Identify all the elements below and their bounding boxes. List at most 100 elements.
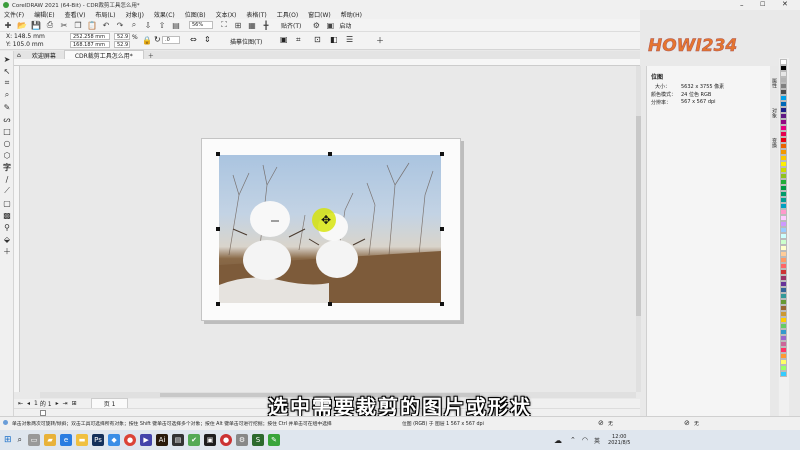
app-icon-7[interactable]: ⚙ bbox=[236, 434, 249, 446]
app-icon-4[interactable]: ▤ bbox=[172, 434, 185, 446]
launch-icon[interactable]: ▣ bbox=[325, 20, 335, 30]
first-page-icon[interactable]: ⇤ bbox=[18, 400, 23, 407]
snap-to-dropdown[interactable]: 贴齐(T) bbox=[281, 21, 301, 30]
scale-y-field[interactable]: 52.9 bbox=[114, 41, 130, 48]
taskbar-search-icon[interactable]: ⌕ bbox=[18, 435, 22, 445]
save-icon[interactable]: 💾 bbox=[31, 20, 41, 30]
menu-item-text[interactable]: 文本(X) bbox=[216, 10, 237, 19]
close-button[interactable]: ✕ bbox=[782, 0, 788, 8]
menu-item-edit[interactable]: 编辑(E) bbox=[34, 10, 54, 19]
polygon-tool-icon[interactable]: ⬡ bbox=[0, 149, 14, 161]
crop-tool-icon[interactable]: ⌗ bbox=[0, 77, 14, 89]
rotation-angle-field[interactable]: .0 bbox=[162, 36, 180, 44]
redo-icon[interactable]: ↷ bbox=[115, 20, 125, 30]
search-icon[interactable]: ⌕ bbox=[129, 20, 139, 30]
export-icon[interactable]: ⇧ bbox=[157, 20, 167, 30]
connector-tool-icon[interactable]: ⟋ bbox=[0, 185, 14, 197]
snowman-photo[interactable]: ✥ bbox=[219, 155, 441, 303]
rulers-icon[interactable]: ⊞ bbox=[233, 20, 243, 30]
menu-item-table[interactable]: 表格(T) bbox=[246, 10, 266, 19]
app-icon-5[interactable]: ✔ bbox=[188, 434, 201, 446]
guidelines-icon[interactable]: ╋ bbox=[261, 20, 271, 30]
menu-item-file[interactable]: 文件(F) bbox=[4, 10, 24, 19]
task-view-icon[interactable]: ▭ bbox=[28, 434, 41, 446]
menu-item-effects[interactable]: 效果(C) bbox=[154, 10, 175, 19]
width-field[interactable]: 252.258 mm bbox=[70, 33, 110, 40]
folder-icon[interactable]: ▬ bbox=[76, 434, 89, 446]
line-tool-icon[interactable]: ∕ bbox=[0, 173, 14, 185]
app-icon-3[interactable]: ▶ bbox=[140, 434, 153, 446]
vertical-scrollbar[interactable] bbox=[636, 66, 641, 392]
menu-item-object[interactable]: 对象(J) bbox=[125, 10, 143, 19]
add-icon[interactable]: ＋ bbox=[376, 35, 384, 46]
start-icon[interactable]: ⊞ bbox=[4, 435, 12, 445]
explorer-icon[interactable]: ▰ bbox=[44, 434, 57, 446]
illustrator-icon[interactable]: Ai bbox=[156, 434, 169, 446]
minimize-button[interactable]: – bbox=[740, 1, 744, 9]
grid-icon[interactable]: ▦ bbox=[247, 20, 257, 30]
freehand-tool-icon[interactable]: ✎ bbox=[0, 101, 14, 113]
add-tool-icon[interactable]: ＋ bbox=[0, 245, 14, 257]
last-page-icon[interactable]: ⇥ bbox=[63, 400, 68, 407]
selection-handle-top-left[interactable] bbox=[216, 152, 220, 156]
color-swatch[interactable] bbox=[780, 371, 787, 377]
app-icon-8[interactable]: S bbox=[252, 434, 265, 446]
selection-handle-bottom-left[interactable] bbox=[216, 302, 220, 306]
resample-icon[interactable]: ⊡ bbox=[314, 35, 321, 44]
app-icon-6[interactable]: ▣ bbox=[204, 434, 217, 446]
language-indicator[interactable]: 英 bbox=[594, 436, 600, 445]
vertical-scrollbar-thumb[interactable] bbox=[636, 116, 641, 316]
photoshop-icon[interactable]: Ps bbox=[92, 434, 105, 446]
menu-item-window[interactable]: 窗口(W) bbox=[308, 10, 331, 19]
docker-tab-transform[interactable]: 变换 bbox=[771, 138, 778, 148]
artistic-media-icon[interactable]: ᔕ bbox=[0, 113, 14, 125]
cut-icon[interactable]: ✂ bbox=[59, 20, 69, 30]
trace-bitmap-dropdown[interactable]: 描摹位图(T) bbox=[230, 37, 262, 46]
selection-handle-bottom-mid[interactable] bbox=[328, 302, 332, 306]
copy-icon[interactable]: ❐ bbox=[73, 20, 83, 30]
new-document-icon[interactable]: ✚ bbox=[3, 20, 13, 30]
add-page-icon[interactable]: ⊞ bbox=[72, 400, 77, 407]
open-icon[interactable]: 📂 bbox=[17, 20, 27, 30]
shape-tool-icon[interactable]: ↖ bbox=[0, 65, 14, 77]
height-field[interactable]: 168.187 mm bbox=[70, 41, 110, 48]
rectangle-tool-icon[interactable]: □ bbox=[0, 125, 14, 137]
menu-item-bitmaps[interactable]: 位图(B) bbox=[185, 10, 206, 19]
prev-page-icon[interactable]: ◂ bbox=[27, 400, 30, 407]
menu-item-help[interactable]: 帮助(H) bbox=[341, 10, 362, 19]
maximize-button[interactable]: ☐ bbox=[760, 1, 765, 8]
docker-tab-properties[interactable]: 属性 bbox=[771, 78, 778, 88]
transparency-tool-icon[interactable]: ▩ bbox=[0, 209, 14, 221]
menu-item-view[interactable]: 查看(V) bbox=[65, 10, 86, 19]
print-icon[interactable]: ⎙ bbox=[45, 20, 55, 30]
mirror-vertical-icon[interactable]: ⇕ bbox=[204, 35, 211, 44]
text-tool-icon[interactable]: 字 bbox=[0, 161, 14, 173]
scale-x-field[interactable]: 52.9 bbox=[114, 33, 130, 40]
y-position-field[interactable]: Y: 105.0 mm bbox=[6, 41, 44, 48]
wrap-text-icon[interactable]: ☰ bbox=[346, 35, 353, 44]
chrome-icon[interactable]: ● bbox=[124, 434, 137, 446]
app-icon-2[interactable]: ◆ bbox=[108, 434, 121, 446]
x-position-field[interactable]: X: 148.5 mm bbox=[6, 33, 45, 40]
menu-item-layout[interactable]: 布局(L) bbox=[95, 10, 115, 19]
menu-item-tools[interactable]: 工具(O) bbox=[277, 10, 298, 19]
selection-handle-bottom-right[interactable] bbox=[440, 302, 444, 306]
selection-handle-top-right[interactable] bbox=[440, 152, 444, 156]
selection-handle-top-mid[interactable] bbox=[328, 152, 332, 156]
paste-icon[interactable]: 📋 bbox=[87, 20, 97, 30]
fullscreen-icon[interactable]: ⛶ bbox=[219, 20, 229, 30]
current-page-field[interactable]: 1 bbox=[34, 400, 38, 407]
lock-ratio-icon[interactable]: 🔒 bbox=[142, 36, 152, 45]
zoom-tool-icon[interactable]: ⌕ bbox=[0, 89, 14, 101]
launch-dropdown[interactable]: 启动 bbox=[339, 21, 351, 30]
zoom-select[interactable]: 56% bbox=[189, 21, 213, 29]
tray-up-icon[interactable]: ⌃ bbox=[570, 436, 576, 444]
gear-icon[interactable]: ⚙ bbox=[311, 20, 321, 30]
record-icon[interactable]: ● bbox=[220, 434, 233, 446]
bitmap-edit-icon[interactable]: ▣ bbox=[280, 35, 288, 44]
mirror-horizontal-icon[interactable]: ⇔ bbox=[190, 35, 197, 44]
import-icon[interactable]: ⇩ bbox=[143, 20, 153, 30]
home-icon[interactable]: ⌂ bbox=[17, 52, 21, 59]
fill-tool-icon[interactable]: ⬙ bbox=[0, 233, 14, 245]
ellipse-tool-icon[interactable]: ○ bbox=[0, 137, 14, 149]
